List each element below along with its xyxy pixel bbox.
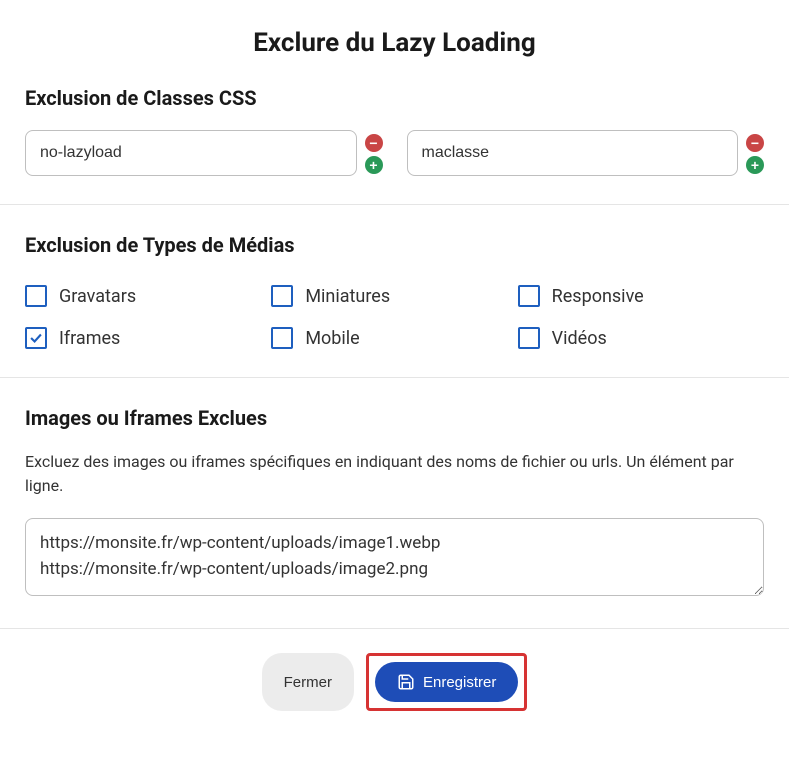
checkbox-icon [25, 285, 47, 307]
checkbox-grid: Gravatars Miniatures Responsive Iframes … [25, 285, 764, 349]
checkbox-mobile[interactable]: Mobile [271, 327, 517, 349]
save-button-highlight: Enregistrer [366, 653, 527, 711]
checkbox-miniatures[interactable]: Miniatures [271, 285, 517, 307]
checkbox-icon [271, 285, 293, 307]
add-class-button[interactable]: + [746, 156, 764, 174]
css-class-input[interactable] [25, 130, 357, 176]
checkbox-icon [25, 327, 47, 349]
css-inputs-row: − + − + [25, 130, 764, 176]
media-exclusion-section: Exclusion de Types de Médias Gravatars M… [0, 205, 789, 378]
css-class-input[interactable] [407, 130, 739, 176]
plus-icon: + [369, 158, 377, 172]
save-icon [397, 673, 415, 691]
images-exclusion-section: Images ou Iframes Exclues Excluez des im… [0, 378, 789, 629]
css-input-controls: − + [365, 130, 383, 174]
checkbox-iframes[interactable]: Iframes [25, 327, 271, 349]
images-section-description: Excluez des images ou iframes spécifique… [25, 450, 764, 498]
css-input-group: − + [25, 130, 383, 176]
remove-class-button[interactable]: − [365, 134, 383, 152]
checkbox-icon [518, 327, 540, 349]
css-input-controls: − + [746, 130, 764, 174]
minus-icon: − [369, 136, 377, 150]
checkbox-label: Miniatures [305, 286, 390, 307]
media-section-title: Exclusion de Types de Médias [25, 233, 764, 257]
add-class-button[interactable]: + [365, 156, 383, 174]
save-button[interactable]: Enregistrer [375, 662, 518, 702]
close-button[interactable]: Fermer [262, 653, 354, 711]
checkbox-label: Responsive [552, 286, 644, 307]
save-button-label: Enregistrer [423, 674, 496, 691]
plus-icon: + [751, 158, 759, 172]
modal-title: Exclure du Lazy Loading [0, 0, 789, 86]
checkbox-gravatars[interactable]: Gravatars [25, 285, 271, 307]
minus-icon: − [751, 136, 759, 150]
checkbox-icon [271, 327, 293, 349]
checkbox-responsive[interactable]: Responsive [518, 285, 764, 307]
excluded-urls-textarea[interactable] [25, 518, 764, 596]
css-exclusion-section: Exclusion de Classes CSS − + − + [0, 86, 789, 205]
checkbox-label: Gravatars [59, 286, 136, 307]
modal-footer: Fermer Enregistrer [0, 629, 789, 735]
css-input-group: − + [407, 130, 765, 176]
checkbox-videos[interactable]: Vidéos [518, 327, 764, 349]
checkbox-label: Mobile [305, 328, 359, 349]
checkbox-icon [518, 285, 540, 307]
checkbox-label: Vidéos [552, 328, 607, 349]
images-section-title: Images ou Iframes Exclues [25, 406, 764, 430]
css-section-title: Exclusion de Classes CSS [25, 86, 764, 110]
remove-class-button[interactable]: − [746, 134, 764, 152]
checkbox-label: Iframes [59, 328, 120, 349]
close-button-label: Fermer [284, 674, 332, 691]
